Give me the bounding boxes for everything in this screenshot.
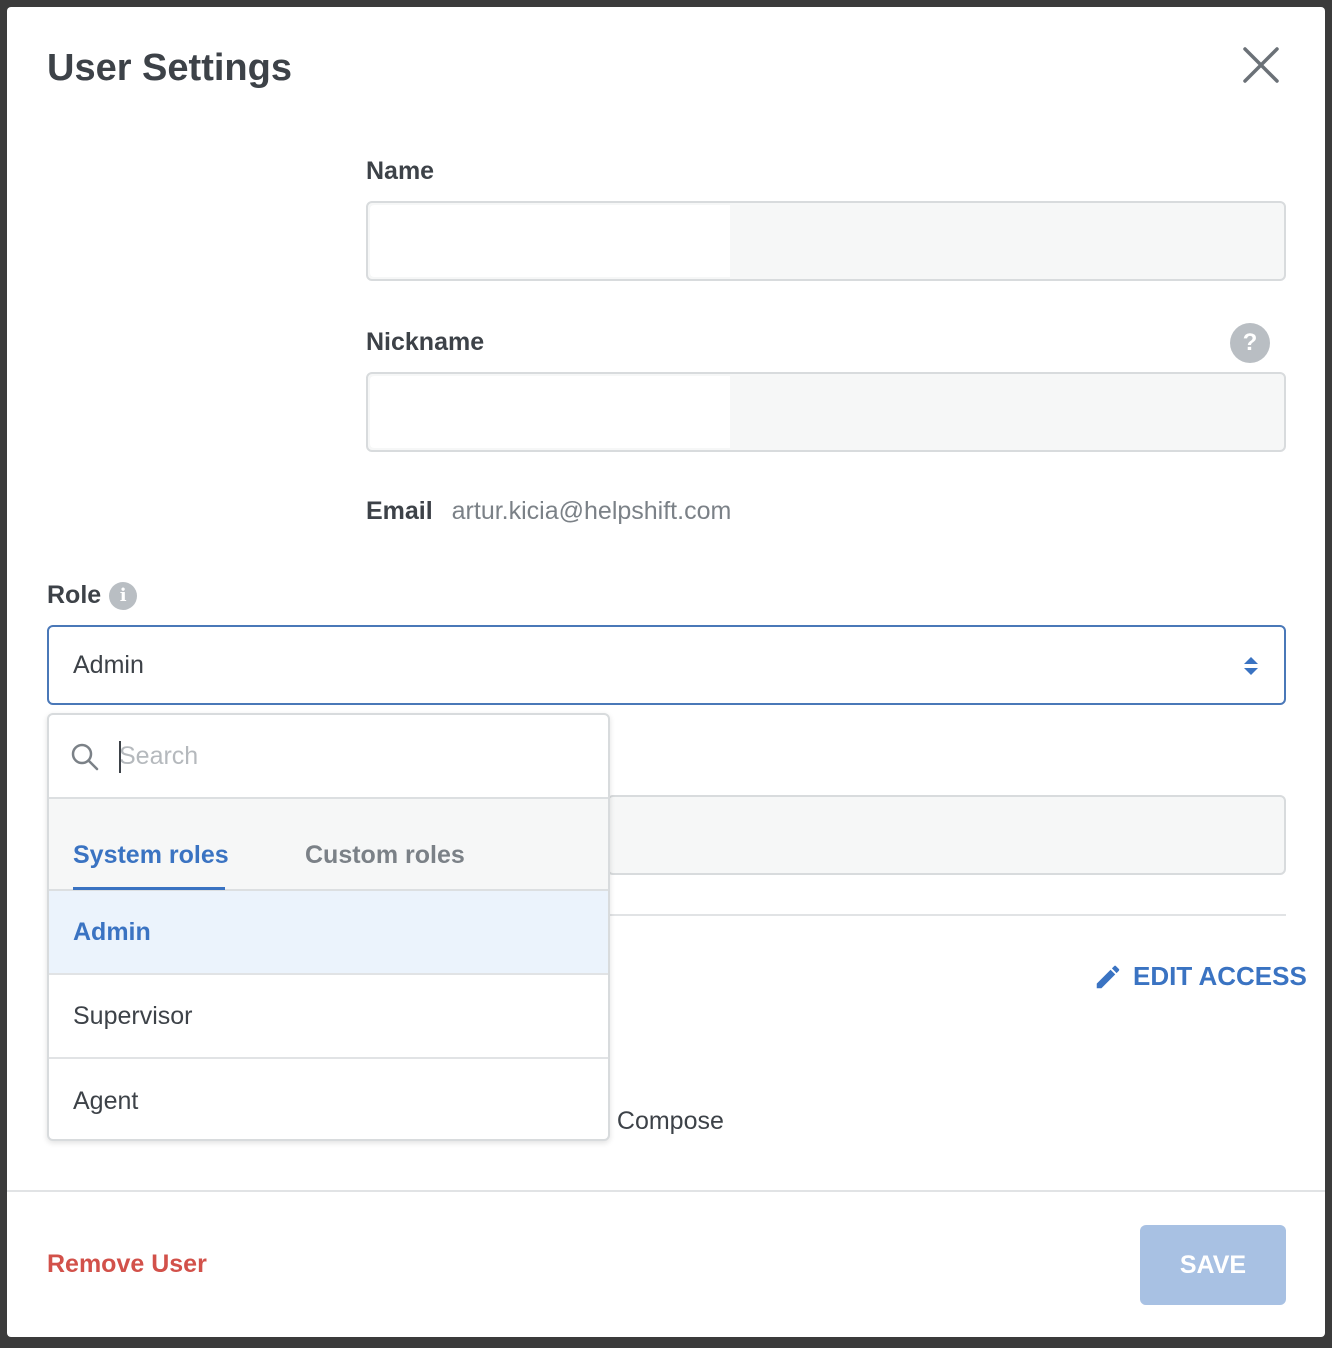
- footer-divider: [7, 1190, 1325, 1192]
- user-settings-modal: User Settings Name Nickname ? Email artu…: [7, 7, 1325, 1337]
- role-option-supervisor[interactable]: Supervisor: [49, 975, 608, 1059]
- role-option-label: Supervisor: [73, 1001, 193, 1030]
- modal-title: User Settings: [47, 47, 292, 89]
- role-option-admin[interactable]: Admin: [49, 891, 608, 975]
- nickname-field-redacted-area: [370, 376, 730, 448]
- info-icon[interactable]: i: [109, 581, 138, 610]
- edit-access-label: EDIT ACCESS: [1133, 961, 1307, 991]
- close-button[interactable]: [1239, 43, 1283, 87]
- role-label-row: Role i: [47, 581, 138, 610]
- role-select[interactable]: Admin: [47, 625, 1286, 705]
- nickname-field[interactable]: [366, 372, 1286, 452]
- dropdown-search-row: [49, 715, 608, 799]
- section-divider: [607, 914, 1286, 916]
- background-input: [607, 795, 1286, 875]
- role-select-value: Admin: [73, 650, 144, 679]
- active-tab-indicator: [73, 887, 225, 890]
- role-option-label: Admin: [73, 917, 151, 946]
- email-row: Email artur.kicia@helpshift.com: [366, 497, 731, 526]
- help-icon[interactable]: ?: [1230, 323, 1270, 363]
- remove-user-button[interactable]: Remove User: [47, 1250, 207, 1279]
- search-icon: [71, 743, 99, 771]
- background-partial-text: I Compose: [603, 1107, 724, 1135]
- tab-custom-roles[interactable]: Custom roles: [305, 841, 465, 870]
- pencil-icon: [1096, 965, 1120, 988]
- name-field[interactable]: [366, 201, 1286, 281]
- role-search-input[interactable]: [119, 733, 579, 779]
- name-label: Name: [366, 157, 435, 185]
- select-arrows-icon: [1244, 657, 1258, 675]
- role-label: Role: [47, 581, 102, 609]
- role-tabs: System roles Custom roles: [49, 799, 608, 891]
- email-value: artur.kicia@helpshift.com: [451, 497, 732, 525]
- email-label: Email: [366, 497, 433, 525]
- role-option-agent[interactable]: Agent: [49, 1059, 608, 1139]
- nickname-label: Nickname: [366, 328, 485, 356]
- tab-system-roles[interactable]: System roles: [73, 841, 229, 870]
- close-icon[interactable]: [1239, 43, 1283, 87]
- role-option-label: Agent: [73, 1086, 139, 1115]
- role-dropdown: System roles Custom roles Admin Supervis…: [47, 713, 610, 1141]
- edit-access-button[interactable]: EDIT ACCESS: [1093, 961, 1307, 992]
- name-field-redacted-area: [370, 205, 730, 277]
- text-caret: [119, 741, 121, 773]
- save-button[interactable]: SAVE: [1140, 1225, 1286, 1305]
